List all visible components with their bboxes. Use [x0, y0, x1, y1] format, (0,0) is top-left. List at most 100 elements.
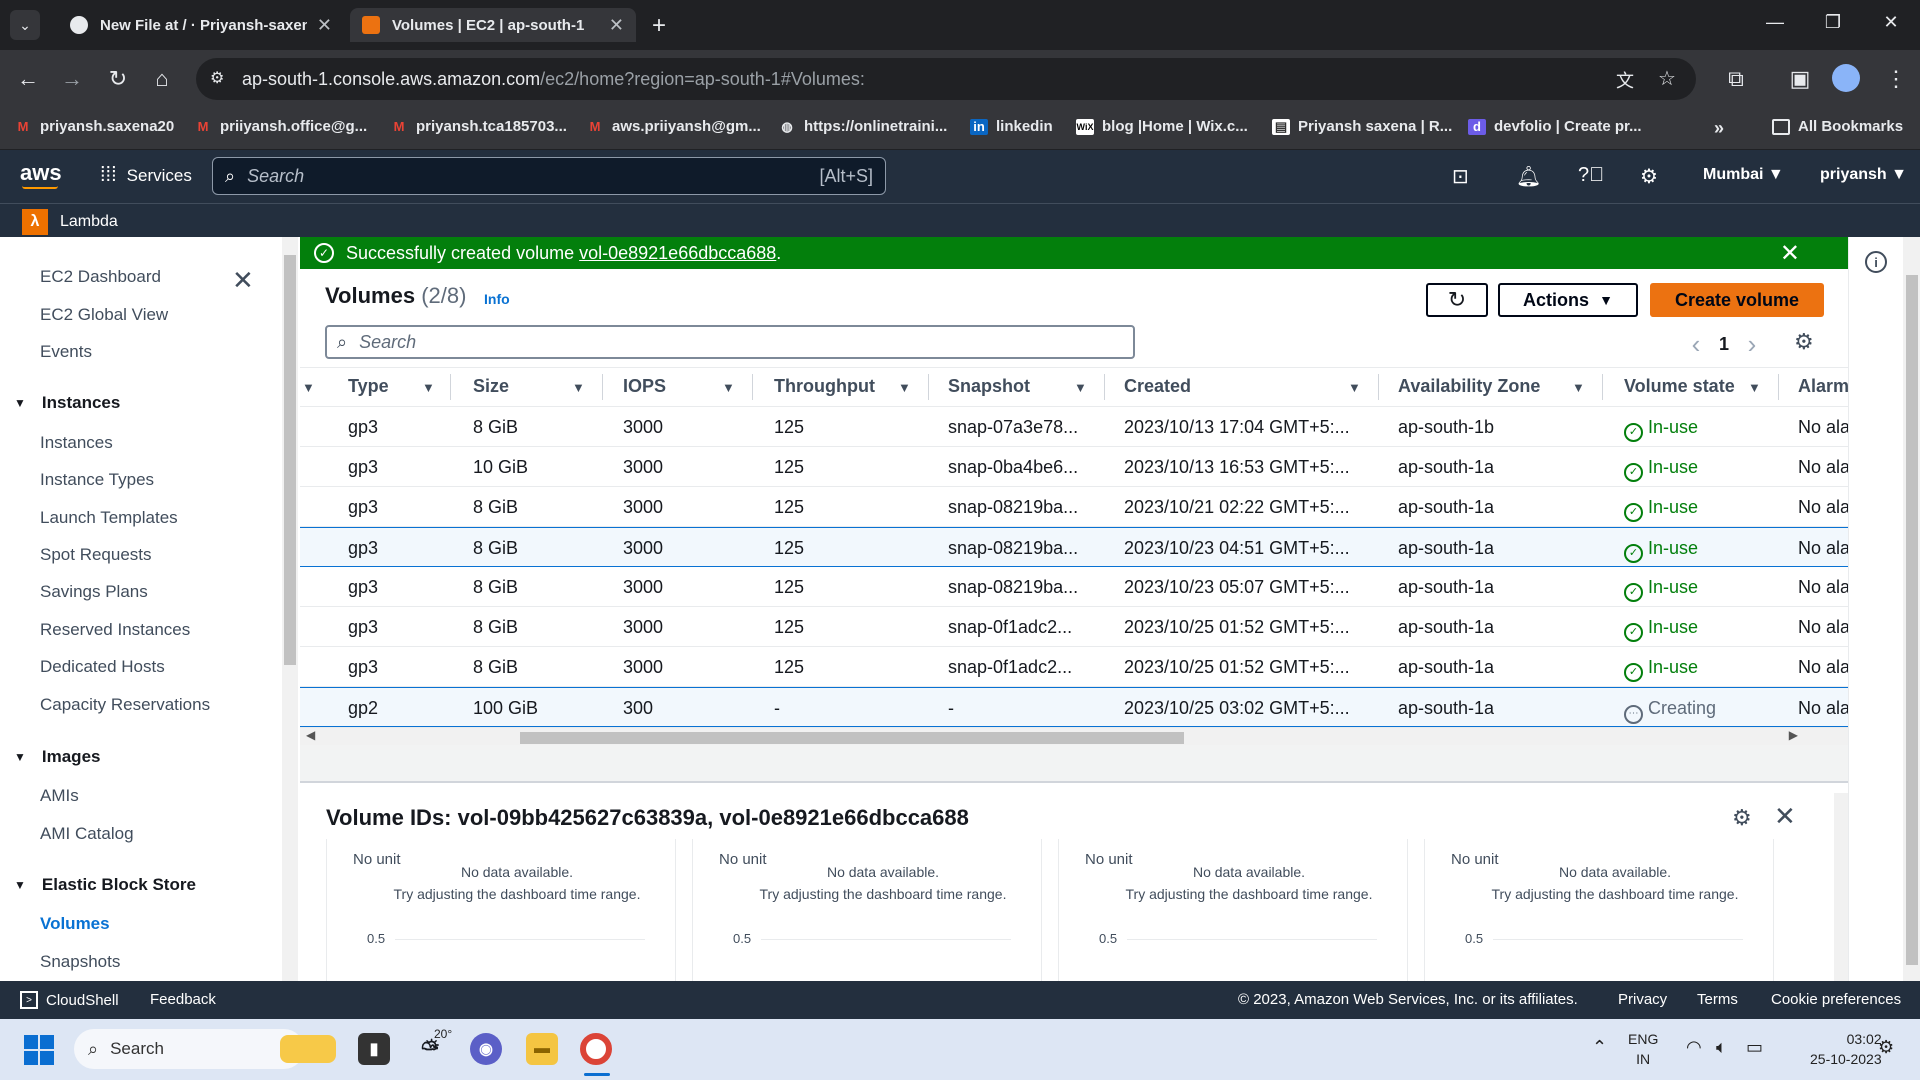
nav-savings-plans[interactable]: Savings Plans — [40, 582, 148, 602]
sort-icon[interactable]: ▼ — [302, 380, 315, 395]
close-split-panel-icon[interactable]: ✕ — [1774, 801, 1796, 832]
show-hidden-icons-icon[interactable]: ⌃ — [1592, 1037, 1607, 1058]
weather-widget[interactable]: ⛅︎ 20° — [414, 1027, 452, 1065]
favorite-lambda[interactable]: λ Lambda — [22, 209, 118, 235]
nav-instances[interactable]: Instances — [40, 433, 113, 453]
bookmark-item[interactable]: in linkedin — [970, 118, 1053, 135]
sidebar-scrollbar-thumb[interactable] — [284, 255, 296, 665]
cloudshell-icon[interactable]: ⊡ — [1452, 164, 1469, 189]
wifi-icon[interactable]: ◠ — [1686, 1037, 1702, 1058]
region-selector[interactable]: Mumbai ▼ — [1703, 166, 1784, 184]
window-close-icon[interactable]: ✕ — [1876, 12, 1906, 33]
translate-icon[interactable]: 文 — [1616, 67, 1634, 93]
close-navigation-icon[interactable]: ✕ — [232, 265, 254, 296]
terms-link[interactable]: Terms — [1697, 991, 1738, 1008]
nav-ec2-global-view[interactable]: EC2 Global View — [40, 305, 168, 325]
close-icon[interactable]: ✕ — [609, 15, 624, 36]
menu-icon[interactable]: ⋮ — [1882, 66, 1910, 92]
col-alarm[interactable]: Alarm — [1798, 376, 1849, 397]
bookmark-star-icon[interactable]: ☆ — [1658, 66, 1676, 91]
forward-icon[interactable]: → — [58, 66, 86, 92]
tab-search-dropdown-icon[interactable]: ⌄ — [10, 10, 40, 40]
nav-instance-types[interactable]: Instance Types — [40, 470, 154, 490]
close-icon[interactable]: ✕ — [317, 15, 332, 36]
restore-icon[interactable]: ❐ — [1818, 12, 1848, 33]
account-menu[interactable]: priyansh ▼ — [1820, 166, 1907, 184]
column-divider[interactable] — [928, 374, 929, 400]
column-divider[interactable] — [450, 374, 451, 400]
all-bookmarks[interactable]: All Bookmarks — [1772, 118, 1903, 135]
bookmark-item[interactable]: Maws.priiyansh@gm... — [586, 118, 761, 135]
horizontal-scrollbar-thumb[interactable] — [520, 732, 1184, 744]
cell-snapshot[interactable]: snap-08219ba... — [948, 577, 1078, 598]
cell-snapshot[interactable]: snap-08219ba... — [948, 497, 1078, 518]
minimize-icon[interactable]: — — [1760, 12, 1790, 33]
bookmark-item[interactable]: WiX blog |Home | Wix.c... — [1076, 118, 1248, 135]
column-divider[interactable] — [1378, 374, 1379, 400]
table-row[interactable]: gp3 8 GiB 3000 125 snap-08219ba... 2023/… — [300, 567, 1848, 607]
bookmark-item[interactable]: Mpriyansh.saxena20 — [14, 118, 175, 135]
col-availability-zone[interactable]: Availability Zone — [1398, 376, 1540, 397]
col-volume-state[interactable]: Volume state — [1624, 376, 1735, 397]
col-throughput[interactable]: Throughput — [774, 376, 875, 397]
feedback-link[interactable]: Feedback — [150, 991, 216, 1008]
table-row-selected[interactable]: gp2 100 GiB 300 - - 2023/10/25 03:02 GMT… — [300, 687, 1848, 727]
column-divider[interactable] — [1104, 374, 1105, 400]
back-icon[interactable]: ← — [14, 66, 42, 92]
actions-button[interactable]: Actions ▼ — [1498, 283, 1638, 317]
nav-reserved-instances[interactable]: Reserved Instances — [40, 620, 190, 640]
notification-center-icon[interactable]: ⚙ — [1878, 1037, 1894, 1058]
sort-icon[interactable]: ▼ — [1348, 380, 1361, 395]
volumes-search-input[interactable]: ⌕ Search — [325, 325, 1135, 359]
info-icon[interactable]: i — [1865, 251, 1887, 273]
nav-spot-requests[interactable]: Spot Requests — [40, 545, 152, 565]
privacy-link[interactable]: Privacy — [1618, 991, 1667, 1008]
table-horizontal-scrollbar[interactable]: ◀ ▶ — [300, 727, 1848, 745]
create-volume-button[interactable]: Create volume — [1650, 283, 1824, 317]
sort-icon[interactable]: ▼ — [722, 380, 735, 395]
notifications-bell-icon[interactable]: 🔔︎ — [1516, 164, 1541, 189]
table-row[interactable]: gp3 8 GiB 3000 125 snap-0f1adc2... 2023/… — [300, 607, 1848, 647]
table-row[interactable]: gp3 8 GiB 3000 125 snap-08219ba... 2023/… — [300, 487, 1848, 527]
table-row[interactable]: gp3 10 GiB 3000 125 snap-0ba4be6... 2023… — [300, 447, 1848, 487]
sort-icon[interactable]: ▼ — [572, 380, 585, 395]
nav-snapshots[interactable]: Snapshots — [40, 952, 120, 972]
nav-ami-catalog[interactable]: AMI Catalog — [40, 824, 134, 844]
volume-icon[interactable]: 🔈︎ — [1716, 1037, 1727, 1058]
nav-capacity-reservations[interactable]: Capacity Reservations — [40, 695, 210, 715]
details-scrollbar[interactable] — [1834, 793, 1848, 981]
aws-search-input[interactable]: ⌕ Search [Alt+S] — [212, 157, 886, 195]
new-tab-icon[interactable]: + — [652, 12, 666, 40]
chrome-icon[interactable] — [580, 1033, 612, 1065]
nav-section-instances[interactable]: ▼ Instances — [14, 393, 120, 413]
sort-icon[interactable]: ▼ — [1074, 380, 1087, 395]
col-created[interactable]: Created — [1124, 376, 1191, 397]
bookmark-item[interactable]: Mpriiyansh.office@g... — [194, 118, 368, 135]
cell-snapshot[interactable]: snap-08219ba... — [948, 538, 1078, 559]
previous-page-icon[interactable]: ‹ — [1678, 329, 1714, 360]
taskbar-search[interactable]: ⌕ Search — [74, 1029, 336, 1069]
refresh-button[interactable]: ↻ — [1426, 283, 1488, 317]
split-panel-settings-gear-icon[interactable]: ⚙ — [1732, 805, 1752, 831]
dismiss-flash-icon[interactable]: ✕ — [1780, 239, 1800, 268]
cell-snapshot[interactable]: snap-0f1adc2... — [948, 657, 1072, 678]
nav-amis[interactable]: AMIs — [40, 786, 79, 806]
services-menu[interactable]: ⁞⁞⁞ Services — [100, 164, 192, 187]
nav-section-ebs[interactable]: ▼ Elastic Block Store — [14, 875, 196, 895]
table-row[interactable]: gp3 8 GiB 3000 125 snap-07a3e78... 2023/… — [300, 407, 1848, 447]
nav-section-images[interactable]: ▼ Images — [14, 747, 100, 767]
file-explorer-icon[interactable]: ▬ — [526, 1033, 558, 1065]
nav-ec2-dashboard[interactable]: EC2 Dashboard — [40, 267, 161, 287]
nav-events[interactable]: Events — [40, 342, 92, 362]
clock[interactable]: 03:02 25-10-2023 — [1810, 1029, 1882, 1069]
extensions-icon[interactable]: ⧉ — [1722, 66, 1750, 92]
help-icon[interactable]: ?⃝ — [1578, 164, 1604, 187]
more-bookmarks-icon[interactable]: » — [1714, 118, 1724, 139]
bookmark-item[interactable]: d devfolio | Create pr... — [1468, 118, 1642, 135]
sort-icon[interactable]: ▼ — [1572, 380, 1585, 395]
column-divider[interactable] — [752, 374, 753, 400]
col-size[interactable]: Size — [473, 376, 509, 397]
bookmark-item[interactable]: ▤ Priyansh saxena | R... — [1272, 118, 1452, 135]
column-divider[interactable] — [602, 374, 603, 400]
bookmark-item[interactable]: Mpriyansh.tca185703... — [390, 118, 567, 135]
